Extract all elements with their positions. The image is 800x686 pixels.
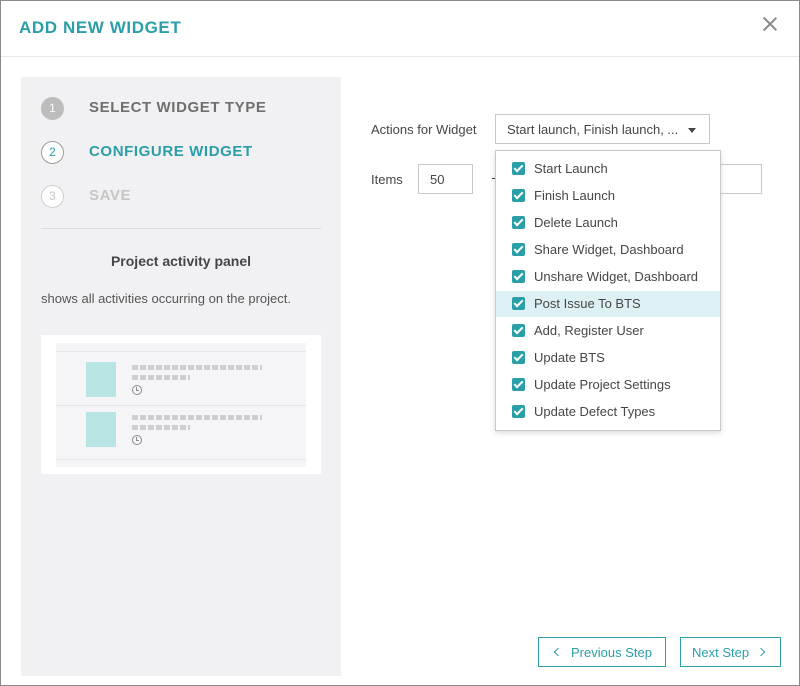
chevron-right-icon (756, 647, 766, 657)
dropdown-option[interactable]: Add, Register User (496, 318, 720, 344)
caret-down-icon (688, 128, 696, 133)
checkbox-checked-icon[interactable] (512, 216, 525, 229)
items-input[interactable] (418, 164, 473, 194)
previous-step-label: Previous Step (571, 645, 652, 660)
dropdown-option[interactable]: Delete Launch (496, 210, 720, 236)
actions-dropdown-menu: Start Launch Finish Launch Delete Launch Sh… (495, 150, 721, 431)
preview-text-line (132, 365, 262, 370)
previous-step-button[interactable]: Previous Step (538, 637, 666, 667)
checkbox-checked-icon[interactable] (512, 378, 525, 391)
items-label: Items (371, 172, 403, 187)
preview-text-line (132, 375, 190, 380)
dropdown-option[interactable]: Unshare Widget, Dashboard (496, 264, 720, 290)
chevron-left-icon (553, 647, 563, 657)
dropdown-option-label: Finish Launch (534, 188, 615, 203)
add-widget-modal: ADD NEW WIDGET 1 SELECT WIDGET TYPE 2 CO… (0, 0, 800, 686)
dropdown-option[interactable]: Finish Launch (496, 183, 720, 209)
preview-canvas (56, 343, 306, 467)
dropdown-option[interactable]: Update BTS (496, 345, 720, 371)
step-label: CONFIGURE WIDGET (89, 143, 253, 160)
actions-select[interactable]: Start launch, Finish launch, ... (495, 114, 710, 144)
dropdown-option-label: Share Widget, Dashboard (534, 242, 684, 257)
actions-select-value: Start launch, Finish launch, ... (507, 122, 679, 137)
checkbox-checked-icon[interactable] (512, 270, 525, 283)
dropdown-option-label: Post Issue To BTS (534, 296, 641, 311)
widget-type-description: shows all activities occurring on the pr… (41, 291, 292, 306)
dropdown-option-label: Update Defect Types (534, 404, 656, 419)
modal-header: ADD NEW WIDGET (1, 1, 799, 57)
dropdown-option-label: Update Project Settings (534, 377, 671, 392)
dropdown-option[interactable]: Post Issue To BTS (496, 291, 720, 317)
dropdown-option[interactable]: Update Project Settings (496, 372, 720, 398)
modal-title: ADD NEW WIDGET (19, 18, 182, 37)
step-number: 1 (41, 97, 64, 120)
dropdown-option-label: Add, Register User (534, 323, 644, 338)
step-number: 3 (41, 185, 64, 208)
dropdown-option[interactable]: Update Defect Types (496, 399, 720, 425)
step-label: SAVE (89, 187, 132, 204)
preview-text-line (132, 415, 262, 420)
step-number: 2 (41, 141, 64, 164)
preview-text-line (132, 425, 190, 430)
wizard-step-configure: 2 CONFIGURE WIDGET (41, 141, 321, 165)
wizard-step-select-type[interactable]: 1 SELECT WIDGET TYPE (41, 97, 321, 121)
preview-divider (56, 459, 306, 460)
widget-preview-image (41, 335, 321, 474)
actions-label: Actions for Widget (371, 122, 477, 137)
preview-avatar (86, 362, 116, 397)
divider (41, 228, 321, 229)
step-label: SELECT WIDGET TYPE (89, 99, 267, 116)
preview-divider (56, 351, 306, 352)
next-step-label: Next Step (692, 645, 750, 660)
dropdown-option[interactable]: Share Widget, Dashboard (496, 237, 720, 263)
dropdown-option-label: Delete Launch (534, 215, 618, 230)
checkbox-checked-icon[interactable] (512, 324, 525, 337)
checkbox-checked-icon[interactable] (512, 189, 525, 202)
checkbox-checked-icon[interactable] (512, 162, 525, 175)
preview-avatar (86, 412, 116, 447)
checkbox-checked-icon[interactable] (512, 405, 525, 418)
dropdown-option-label: Update BTS (534, 350, 605, 365)
wizard-panel: 1 SELECT WIDGET TYPE 2 CONFIGURE WIDGET … (21, 77, 341, 676)
dropdown-option-label: Start Launch (534, 161, 608, 176)
dropdown-option-label: Unshare Widget, Dashboard (534, 269, 699, 284)
next-step-button[interactable]: Next Step (680, 637, 781, 667)
checkbox-checked-icon[interactable] (512, 243, 525, 256)
widget-type-name: Project activity panel (110, 253, 252, 269)
wizard-step-save: 3 SAVE (41, 185, 321, 209)
clock-icon (132, 385, 142, 395)
checkbox-checked-icon[interactable] (512, 351, 525, 364)
dropdown-option[interactable]: Start Launch (496, 156, 720, 182)
close-icon[interactable] (759, 14, 781, 36)
clock-icon (132, 435, 142, 445)
preview-divider (56, 405, 306, 406)
checkbox-checked-icon[interactable] (512, 297, 525, 310)
